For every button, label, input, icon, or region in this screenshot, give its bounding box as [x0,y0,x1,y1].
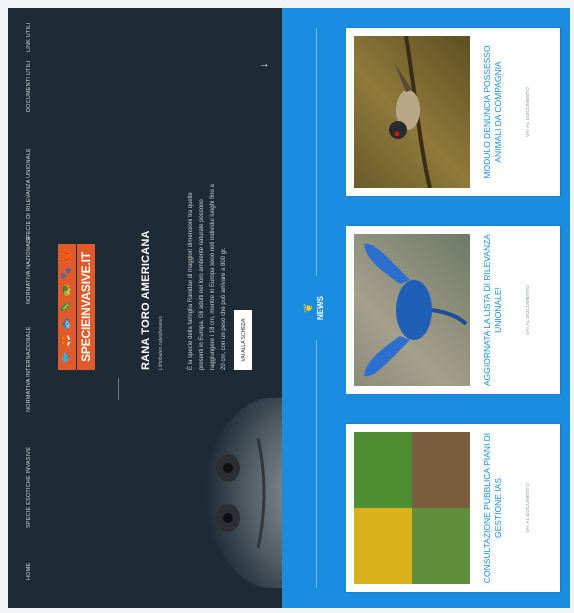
hero-description: È la specie della famiglia Ranidae di ma… [188,184,227,370]
hero-divider [118,378,119,400]
plant-tile [412,508,470,584]
plant-tile [412,432,470,508]
sprout-icon: ❦ [301,302,315,314]
plant-tile [354,508,412,584]
news-rotated-panel: ❦ NEWS CONSULTAZIONE PUBBLICA PIANI DI G… [282,8,570,608]
crayfish-illustration [364,243,468,377]
news-card-link[interactable]: VAI AL DOCUMENTO [526,234,531,386]
news-card[interactable]: MODULO DENUNCIA POSSESSO ANIMALI DA COMP… [346,28,560,196]
turtle-icon: 🐢 [61,283,72,297]
logo-icon-strip: 🐦 🦊 🐟 🦎 🐢 🐾 🦀 [58,244,76,370]
nav-item-specie-esotiche[interactable]: SPECIE ESOTICHE INVASIVE [26,447,32,528]
bird-illustration [389,36,432,188]
hero-subtitle: Lithobates catesbeianus [158,316,164,370]
nav-item-link-utili[interactable]: LINK UTILI [26,23,32,52]
news-heading: ❦ NEWS [301,281,325,335]
plants-collage-image [354,432,470,584]
nav-item-home[interactable]: HOME [26,563,32,580]
hero-section: HOME SPECIE ESOTICHE INVASIVE NORMATIVA … [8,8,282,608]
main-nav: HOME SPECIE ESOTICHE INVASIVE NORMATIVA … [8,8,52,608]
fish-icon: 🐟 [61,317,72,331]
news-section: ❦ NEWS CONSULTAZIONE PUBBLICA PIANI DI G… [282,8,570,608]
news-line-left [316,340,317,588]
page: HOME SPECIE ESOTICHE INVASIVE NORMATIVA … [8,8,570,608]
blue-crayfish-image [354,234,470,386]
news-card-title[interactable]: MODULO DENUNCIA POSSESSO ANIMALI DA COMP… [482,36,504,188]
arrow-down-icon[interactable]: ↓ [258,63,270,69]
hero-title: RANA TORO AMERICANA [140,230,152,370]
news-card[interactable]: AGGIORNATA LA LISTA DI RILEVANZA UNIONAL… [346,226,560,394]
paw-icon: 🐾 [61,267,72,280]
news-card-link[interactable]: VAI AL DOCUMENTO [526,432,531,584]
news-title: NEWS [316,296,325,320]
lizard-icon: 🦎 [61,300,72,314]
news-card[interactable]: CONSULTAZIONE PUBBLICA PIANI DI GESTIONE… [346,424,560,592]
plant-tile [354,432,412,508]
bird-icon: 🐦 [61,351,72,364]
logo-text: SPECIEINVASIVE.IT [77,244,95,370]
nav-item-normativa-nazionale[interactable]: NORMATIVA NAZIONALE [26,236,32,304]
news-line-right [316,28,317,276]
nav-item-rilevanza-unionale[interactable]: SPECIE DI RILEVANZA UNIONALE [26,148,32,242]
news-card-link[interactable]: VAI AL DOCUMENTO [526,36,531,188]
news-card-title[interactable]: CONSULTAZIONE PUBBLICA PIANI DI GESTIONE… [482,432,504,584]
nav-item-normativa-internazionale[interactable]: NORMATIVA INTERNAZIONALE [26,326,32,412]
site-logo[interactable]: 🐦 🦊 🐟 🦎 🐢 🐾 🦀 SPECIEINVASIVE.IT [58,244,116,370]
hero-rotated-panel: HOME SPECIE ESOTICHE INVASIVE NORMATIVA … [8,8,282,608]
fox-icon: 🦊 [61,334,72,347]
news-card-title[interactable]: AGGIORNATA LA LISTA DI RILEVANZA UNIONAL… [482,234,504,386]
frog-image [206,398,282,588]
crab-icon: 🦀 [61,250,72,263]
nav-item-documenti-utili[interactable]: DOCUMENTI UTILI [26,61,32,112]
go-to-sheet-button[interactable]: VAI ALLA SCHEDA [234,310,252,370]
bird-on-branch-image [354,36,470,188]
